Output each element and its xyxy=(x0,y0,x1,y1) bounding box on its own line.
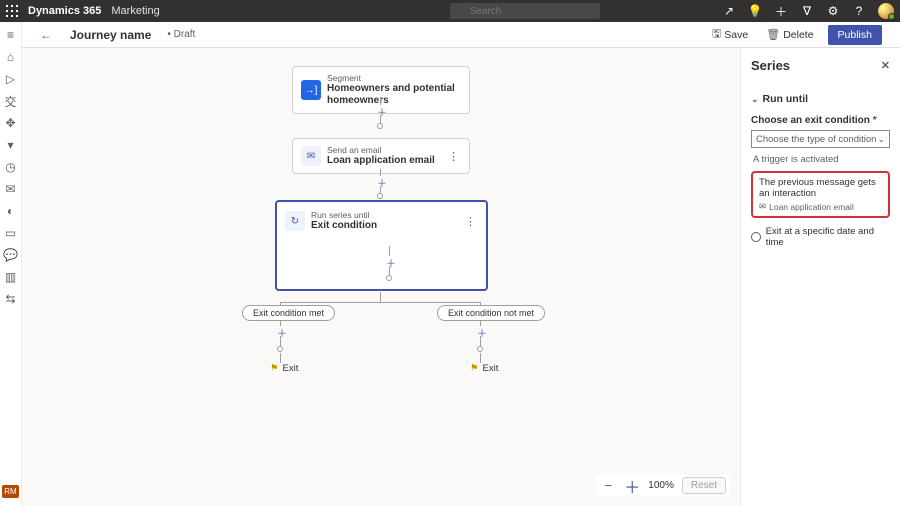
option-trigger[interactable]: A trigger is activated xyxy=(751,154,890,165)
rail-chat-icon[interactable]: 💬 xyxy=(4,248,18,262)
card-title: The previous message gets an interaction xyxy=(759,177,882,199)
exit-condition-select[interactable]: Choose the type of condition ⌄ xyxy=(751,130,890,148)
section-run-until[interactable]: ⌄ Run until xyxy=(751,93,890,105)
node-email-more-icon[interactable]: ⋮ xyxy=(446,150,461,163)
card-sub: Loan application email xyxy=(769,202,854,212)
rail-switch-icon[interactable]: ◐ xyxy=(4,204,18,218)
search-input[interactable] xyxy=(450,3,600,19)
add-icon[interactable]: ＋ xyxy=(774,4,788,18)
option-exit-datetime[interactable]: Exit at a specific date and time xyxy=(751,226,890,248)
add-step-inner[interactable]: ＋ xyxy=(386,255,396,270)
zoom-value: 100% xyxy=(648,480,674,491)
flag-icon: ⚑ xyxy=(470,363,479,374)
app-launcher-icon[interactable] xyxy=(6,5,18,17)
radio-label: Exit at a specific date and time xyxy=(766,226,890,248)
settings-icon[interactable]: ⚙ xyxy=(826,4,840,18)
branch-met[interactable]: Exit condition met xyxy=(242,305,335,321)
save-label: Save xyxy=(724,29,748,41)
zoom-out-button[interactable]: − xyxy=(600,478,616,494)
delete-label: Delete xyxy=(783,29,813,41)
node-email-label: Send an email xyxy=(327,145,435,155)
share-icon[interactable]: ↗ xyxy=(722,4,736,18)
segment-icon: →] xyxy=(301,80,321,100)
panel-title: Series xyxy=(751,58,790,73)
rail-flow-icon[interactable]: ⇆ xyxy=(4,292,18,306)
option-previous-message[interactable]: The previous message gets an interaction… xyxy=(751,171,890,218)
series-icon: ↻ xyxy=(285,211,305,231)
node-series-value: Exit condition xyxy=(311,220,377,232)
node-segment-label: Segment xyxy=(327,73,461,83)
node-email-value: Loan application email xyxy=(327,155,435,167)
choose-exit-label: Choose an exit condition * xyxy=(751,115,890,126)
connector-dot-inner xyxy=(386,275,392,281)
save-button[interactable]: 🖫Save xyxy=(708,23,752,46)
add-step-2[interactable]: ＋ xyxy=(377,175,387,190)
rail-home-icon[interactable]: ⌂ xyxy=(4,50,18,64)
rail-email-icon[interactable]: ✉ xyxy=(4,182,18,196)
journey-canvas[interactable]: →] Segment Homeowners and potential home… xyxy=(22,48,740,506)
rail-chart-icon[interactable]: ▥ xyxy=(4,270,18,284)
exit-right: ⚑ Exit xyxy=(470,363,498,374)
email-icon: ✉ xyxy=(759,201,766,212)
branch-notmet[interactable]: Exit condition not met xyxy=(437,305,545,321)
connector-dot-left xyxy=(277,346,283,352)
add-step-right[interactable]: ＋ xyxy=(477,325,487,340)
zoom-reset-button[interactable]: Reset xyxy=(682,477,726,494)
select-placeholder: Choose the type of condition xyxy=(756,134,876,145)
rail-segment-icon[interactable]: ✥ xyxy=(4,116,18,130)
exit-left: ⚑ Exit xyxy=(270,363,298,374)
draft-badge: • Draft xyxy=(167,29,195,40)
radio-icon xyxy=(751,232,761,242)
chevron-down-icon: ⌄ xyxy=(877,134,885,145)
save-icon: 🖫 xyxy=(712,25,721,44)
node-series-label: Run series until xyxy=(311,210,377,220)
publish-button[interactable]: Publish xyxy=(828,25,882,45)
rail-clock-icon[interactable]: ◷ xyxy=(4,160,18,174)
chevron-down-icon: ⌄ xyxy=(751,94,759,105)
rail-form-icon[interactable]: ▭ xyxy=(4,226,18,240)
delete-button[interactable]: 🗑Delete xyxy=(762,26,817,43)
delete-icon: 🗑 xyxy=(766,28,780,41)
rail-audience-icon[interactable]: ▾ xyxy=(4,138,18,152)
add-step-left[interactable]: ＋ xyxy=(277,325,287,340)
add-step-1[interactable]: ＋ xyxy=(377,104,387,119)
help-icon[interactable]: ? xyxy=(852,4,866,18)
lightbulb-icon[interactable]: 💡 xyxy=(748,4,762,18)
properties-panel: Series ✕ ⌄ Run until Choose an exit cond… xyxy=(740,48,900,506)
node-segment-value: Homeowners and potential homeowners xyxy=(327,83,461,107)
rail-pin-icon[interactable]: ▷ xyxy=(4,72,18,86)
node-email[interactable]: ✉ Send an email Loan application email ⋮ xyxy=(292,138,470,174)
module-name: Marketing xyxy=(111,5,159,17)
node-series[interactable]: ↻ Run series until Exit condition ⋮ ＋ xyxy=(275,200,488,291)
section-label: Run until xyxy=(763,93,809,105)
back-button[interactable]: ← xyxy=(36,26,56,44)
zoom-in-button[interactable]: ＋ xyxy=(624,478,640,494)
exit-left-label: Exit xyxy=(283,363,299,374)
exit-right-label: Exit xyxy=(483,363,499,374)
connector-dot-right xyxy=(477,346,483,352)
email-icon: ✉ xyxy=(301,146,321,166)
connector-dot-2 xyxy=(377,193,383,199)
rail-rm-badge[interactable]: RM xyxy=(4,484,18,498)
filter-icon[interactable]: ∇ xyxy=(800,4,814,18)
rail-journey-icon[interactable]: 交 xyxy=(4,94,18,108)
node-series-more-icon[interactable]: ⋮ xyxy=(463,215,478,228)
user-avatar[interactable] xyxy=(878,3,894,19)
rail-hamburger-icon[interactable]: ≡ xyxy=(4,28,18,42)
close-icon[interactable]: ✕ xyxy=(881,59,890,72)
connector-dot-1 xyxy=(377,123,383,129)
flag-icon: ⚑ xyxy=(270,363,279,374)
product-name: Dynamics 365 xyxy=(28,5,101,17)
journey-title: Journey name xyxy=(70,28,151,42)
